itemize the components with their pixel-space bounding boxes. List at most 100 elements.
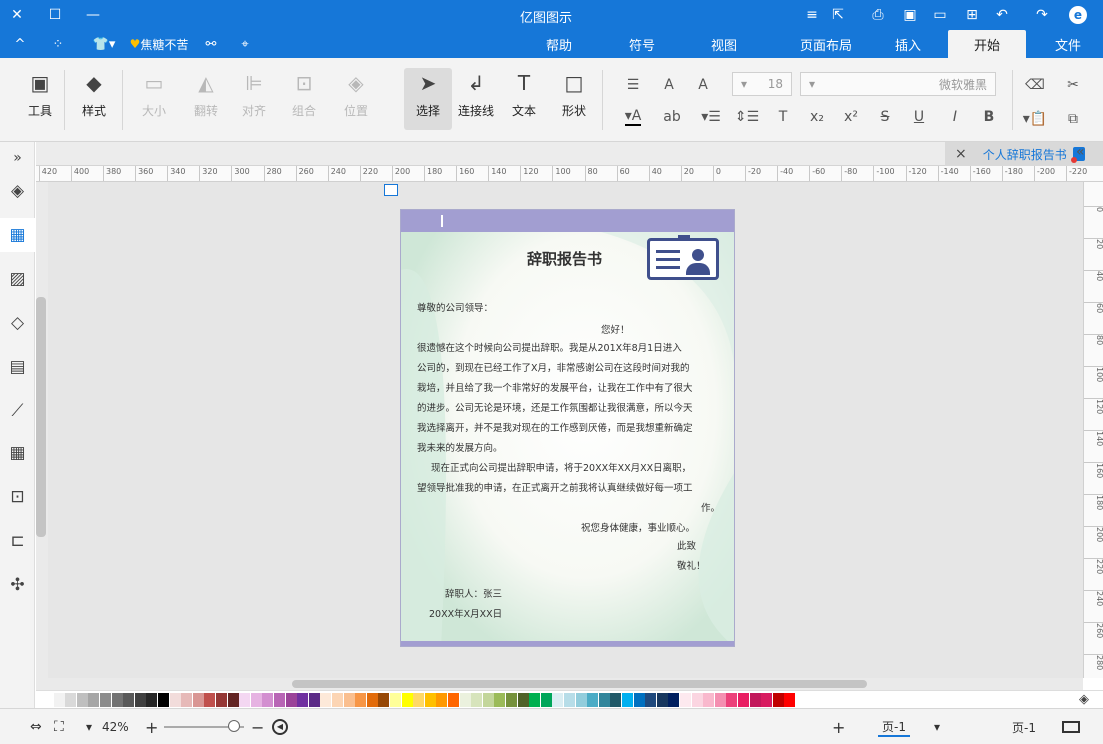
color-swatch[interactable] — [239, 693, 251, 707]
color-swatch[interactable] — [42, 693, 53, 707]
color-swatch[interactable] — [575, 693, 587, 707]
menu-tab-4[interactable]: 视图 — [700, 30, 748, 58]
vertical-scrollbar[interactable] — [36, 182, 48, 678]
color-swatch[interactable] — [192, 693, 204, 707]
export-button[interactable]: ⇱ — [826, 4, 850, 26]
strikethrough-button[interactable]: S — [874, 106, 896, 128]
color-swatch[interactable] — [622, 693, 633, 707]
color-swatch[interactable] — [680, 693, 691, 707]
color-swatch[interactable] — [436, 693, 448, 707]
paste-button[interactable]: ▾📋 — [1018, 108, 1052, 130]
color-swatch[interactable] — [459, 693, 471, 707]
color-swatch[interactable] — [749, 693, 761, 707]
color-swatch[interactable] — [250, 693, 262, 707]
color-swatch[interactable] — [134, 693, 146, 707]
double-chevron-left-icon[interactable]: « — [1076, 144, 1085, 160]
close-window-button[interactable]: ✕ — [0, 0, 34, 30]
color-swatch[interactable] — [146, 693, 158, 707]
fullscreen-button[interactable]: ⛶ — [54, 717, 64, 737]
color-swatch[interactable] — [552, 693, 564, 707]
horizontal-scrollbar[interactable] — [36, 678, 1083, 690]
connector-tool-button[interactable]: ↲ 连接线 — [456, 68, 496, 130]
color-swatch[interactable] — [714, 693, 726, 707]
share-button[interactable]: ⚯ — [198, 30, 224, 58]
color-swatch[interactable] — [703, 693, 715, 707]
menu-tab-6[interactable]: 帮助 — [534, 30, 584, 58]
sidebar-chart[interactable]: ⟋ — [0, 394, 35, 428]
color-swatch[interactable] — [529, 693, 541, 707]
font-shrink-button[interactable]: A — [658, 74, 680, 96]
new-button[interactable]: ⊞ — [960, 4, 984, 26]
open-button[interactable]: ▭ — [928, 4, 952, 26]
user-account[interactable]: ♥ 焦糖不苦 — [124, 30, 194, 58]
menu-tab-5[interactable]: 符号 — [618, 30, 666, 58]
color-swatch[interactable] — [65, 693, 77, 707]
bold-button[interactable]: B — [978, 106, 1000, 128]
size-tool-button[interactable]: ▭ 大小 — [134, 68, 174, 130]
document-page[interactable]: 辞职报告书 尊敬的公司领导： 您好！ 很遗憾在这个时候向公司提出辞职。我是从201X… — [400, 209, 735, 647]
color-swatch[interactable] — [564, 693, 575, 707]
line-spacing-button[interactable]: ☰ — [622, 74, 644, 96]
sidebar-organize[interactable]: ⊡ — [0, 480, 35, 514]
font-size-select[interactable]: ▾ 18 — [732, 72, 792, 96]
color-swatch[interactable] — [378, 693, 390, 707]
zoom-slider[interactable] — [164, 717, 244, 737]
color-swatch[interactable] — [598, 693, 610, 707]
color-swatch[interactable] — [343, 693, 355, 707]
sidebar-symbols[interactable]: ▦ — [0, 218, 35, 252]
color-swatch[interactable] — [285, 693, 297, 707]
color-swatch[interactable] — [784, 693, 796, 707]
color-swatch[interactable] — [123, 693, 135, 707]
text-tool-button[interactable]: T 文本 — [504, 68, 544, 130]
copy-button[interactable]: ⧉ — [1062, 108, 1084, 130]
theme-button[interactable]: 👕▾ — [86, 30, 122, 58]
italic-button[interactable]: I — [944, 106, 966, 128]
color-swatch[interactable] — [366, 693, 378, 707]
feedback-button[interactable]: ⌖ — [232, 30, 258, 58]
color-swatch[interactable] — [587, 693, 599, 707]
tab-close-icon[interactable]: × — [955, 146, 967, 162]
color-swatch[interactable] — [540, 693, 552, 707]
zoom-out-button[interactable]: − — [251, 717, 264, 737]
zoom-slider-thumb[interactable] — [228, 720, 240, 732]
cut-button[interactable]: ✂ — [1062, 74, 1084, 96]
app-logo[interactable]: e — [1064, 4, 1092, 26]
collapse-ribbon-button[interactable]: ^ — [8, 30, 32, 58]
color-swatch[interactable] — [204, 693, 216, 707]
color-swatch[interactable] — [738, 693, 749, 707]
play-button[interactable]: ◀ — [272, 717, 288, 737]
color-swatch[interactable] — [227, 693, 239, 707]
zoom-dropdown[interactable]: ▾ — [86, 717, 92, 737]
color-swatch[interactable] — [494, 693, 506, 707]
paragraph-spacing-button[interactable]: ⇕☰ — [734, 106, 760, 128]
select-tool-button[interactable]: ➤ 选择 — [404, 68, 452, 130]
color-swatch[interactable] — [645, 693, 657, 707]
page-tab[interactable]: 页-1 — [878, 717, 910, 737]
color-swatch[interactable] — [482, 693, 494, 707]
color-swatch[interactable] — [610, 693, 622, 707]
color-swatch[interactable] — [76, 693, 88, 707]
menu-tab-0[interactable]: 文件 — [1042, 30, 1094, 58]
color-swatch[interactable] — [100, 693, 111, 707]
color-swatch[interactable] — [517, 693, 529, 707]
color-swatch[interactable] — [320, 693, 332, 707]
color-swatch[interactable] — [772, 693, 784, 707]
print-button[interactable]: ⎙ — [866, 4, 890, 26]
shape-tool-button[interactable]: □ 形状 — [554, 68, 594, 130]
color-swatch[interactable] — [169, 693, 181, 707]
color-swatch[interactable] — [308, 693, 320, 707]
add-page-button[interactable]: + — [832, 717, 845, 737]
color-swatch[interactable] — [158, 693, 169, 707]
color-swatch[interactable] — [633, 693, 645, 707]
color-swatch[interactable] — [274, 693, 285, 707]
fill-bucket-icon[interactable]: ◈ — [1079, 692, 1089, 707]
sidebar-connect[interactable]: ✣ — [0, 568, 35, 602]
color-swatch[interactable] — [691, 693, 703, 707]
drawing-canvas[interactable]: 辞职报告书 尊敬的公司领导： 您好！ 很遗憾在这个时候向公司提出辞职。我是从201X… — [48, 182, 1083, 678]
zoom-in-button[interactable]: + — [145, 717, 158, 737]
zoom-level[interactable]: 42% — [102, 717, 129, 737]
redo-button[interactable]: ↷ — [1030, 4, 1054, 26]
expand-sidebar-button[interactable]: » — [0, 144, 35, 172]
color-swatch[interactable] — [332, 693, 343, 707]
color-swatch[interactable] — [668, 693, 680, 707]
